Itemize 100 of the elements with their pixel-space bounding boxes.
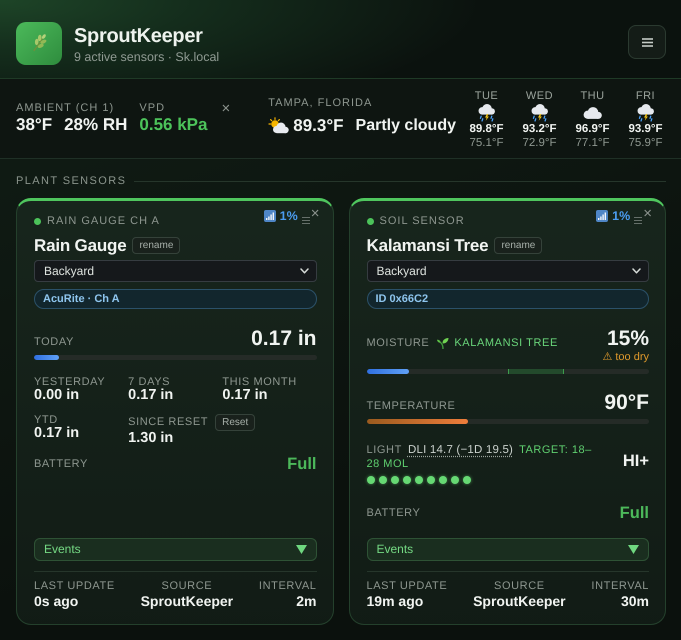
forecast-high: 89.8°F <box>469 122 504 136</box>
stat-label: YESTERDAY <box>34 376 106 388</box>
light-dot-icon <box>366 476 374 484</box>
events-dropdown[interactable]: Events <box>366 538 649 560</box>
caret-icon <box>628 544 639 554</box>
stat-label: 7 DAYS <box>128 376 170 388</box>
stat-value: 0.17 in <box>34 426 80 440</box>
stat-label: SINCE RESET <box>128 416 208 428</box>
events-dropdown[interactable]: Events <box>34 538 316 560</box>
footer-value: SproutKeeper <box>140 592 234 608</box>
stat-label: YTD <box>34 414 58 426</box>
forecast-low: 75.9°F <box>628 136 662 150</box>
menu-icon <box>642 38 652 46</box>
footer-value: SproutKeeper <box>473 592 566 608</box>
stat-value: 0.00 in <box>34 388 80 402</box>
reset-button[interactable]: Reset <box>215 414 256 430</box>
sprout-icon <box>437 336 450 349</box>
forecast-low: 77.1°F <box>575 136 610 150</box>
footer-value: 2m <box>296 592 316 608</box>
light-dot-icon <box>390 476 398 484</box>
stat-value: 0.17 in <box>128 388 174 402</box>
forecast-high: 93.9°F <box>628 122 662 136</box>
battery-status: Full <box>620 502 649 522</box>
cloud-icon <box>582 106 602 118</box>
light-value: HI+ <box>622 451 649 471</box>
light-reading: LIGHT DLI 14.7 (−1D 19.5) TARGET: 18–28 MOL <box>366 442 593 470</box>
moisture-label: MOISTURE <box>366 336 430 349</box>
footer-label: SOURCE <box>494 580 545 592</box>
ambient-temperature: 38°F <box>16 115 52 135</box>
app-title: SproutKeeper <box>74 24 204 48</box>
rename-button[interactable]: rename <box>132 236 180 254</box>
rename-button[interactable]: rename <box>494 236 542 254</box>
moisture-value: 15% <box>606 326 649 350</box>
vpd-value: 0.56 kPa <box>139 115 208 135</box>
forecast-low: 72.9°F <box>522 136 556 150</box>
signal-strength: 1% <box>612 208 630 222</box>
sun-cloud-icon <box>268 117 290 135</box>
menu-button[interactable] <box>628 25 666 59</box>
storm-cloud-icon <box>530 104 550 122</box>
section-title: PLANT SENSORS <box>16 174 126 189</box>
ambient-label: AMBIENT (CH 1) <box>16 102 116 115</box>
forecast-day: WED <box>526 90 554 103</box>
light-dot-icon <box>402 476 410 484</box>
close-button[interactable]: × <box>643 206 652 220</box>
forecast-day: FRI <box>636 90 656 103</box>
chevron-icon <box>632 268 641 274</box>
battery-label: BATTERY <box>366 506 420 518</box>
footer-label: LAST UPDATE <box>366 580 448 592</box>
target-range-band <box>508 368 564 374</box>
close-button[interactable]: × <box>310 206 320 220</box>
sensor-name: Kalamansi Tree <box>366 234 488 256</box>
location-select[interactable]: Backyard <box>366 260 649 282</box>
footer-value: 30m <box>620 592 649 608</box>
footer-label: LAST UPDATE <box>34 580 115 592</box>
battery-status: Full <box>287 454 316 474</box>
weather-temperature: 89.3°F <box>293 116 344 136</box>
light-dot-icon <box>462 476 470 484</box>
light-dot-icon <box>438 476 446 484</box>
signal-strength: 1% <box>280 208 298 222</box>
signal-icon <box>264 210 276 222</box>
temperature-label: TEMPERATURE <box>366 400 456 412</box>
signal-icon <box>596 210 608 222</box>
vpd-label: VPD <box>139 102 166 115</box>
leaf-logo-icon <box>16 22 62 64</box>
chevron-icon <box>300 268 308 274</box>
sensor-name: Rain Gauge <box>34 234 126 256</box>
light-dot-icon <box>450 476 458 484</box>
sensor-type: RAIN GAUGE CH A <box>47 214 160 228</box>
forecast-day: THU <box>580 90 605 103</box>
footer-label: SOURCE <box>162 580 212 592</box>
storm-cloud-icon <box>476 104 496 122</box>
plant-name: KALAMANSI TREE <box>454 336 558 350</box>
caret-icon <box>296 544 306 554</box>
device-tag: ID 0x66C2 <box>366 288 649 308</box>
footer-label: INTERVAL <box>591 580 649 592</box>
footer-label: INTERVAL <box>258 580 316 592</box>
ambient-humidity: 28% RH <box>64 115 128 135</box>
today-label: TODAY <box>34 336 74 348</box>
stat-value: 1.30 in <box>128 430 174 446</box>
forecast-low: 75.1°F <box>469 136 504 150</box>
light-dot-icon <box>426 476 434 484</box>
light-dot-icon <box>414 476 422 484</box>
location-select[interactable]: Backyard <box>34 260 316 282</box>
weather-condition: Partly cloudy <box>356 116 456 136</box>
forecast-high: 96.9°F <box>575 122 610 136</box>
footer-value: 0s ago <box>34 592 78 608</box>
forecast-day: TUE <box>474 90 498 103</box>
footer-value: 19m ago <box>366 592 424 608</box>
stat-label: THIS MONTH <box>222 376 297 388</box>
device-tag: AcuRite · Ch A <box>34 288 316 308</box>
drag-handle-icon[interactable] <box>634 216 642 224</box>
forecast-high: 93.2°F <box>522 122 556 136</box>
app-subtitle: 9 active sensors · Sk.local <box>74 48 220 64</box>
sensor-type: SOIL SENSOR <box>380 214 465 228</box>
dismiss-button[interactable]: × <box>221 101 230 116</box>
temperature-value: 90°F <box>604 390 649 414</box>
today-value: 0.17 in <box>251 326 316 350</box>
weather-location: TAMPA, FLORIDA <box>268 97 374 110</box>
moisture-warning: ⚠ too dry <box>602 350 649 364</box>
drag-handle-icon[interactable] <box>302 216 310 224</box>
